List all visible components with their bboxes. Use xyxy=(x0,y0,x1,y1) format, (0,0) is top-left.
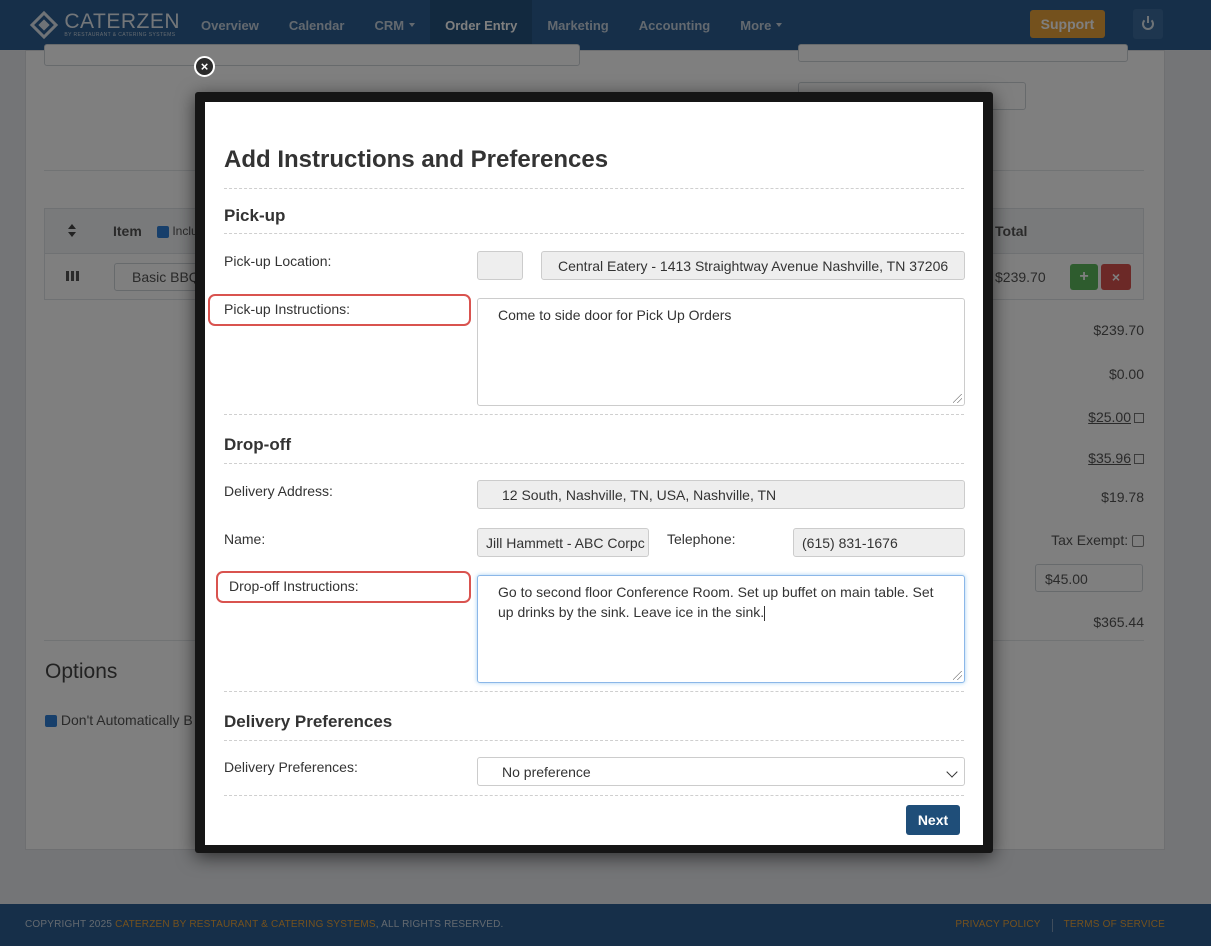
delivery-preferences-select[interactable]: No preference xyxy=(477,757,965,786)
text-cursor xyxy=(764,605,766,621)
divider xyxy=(224,414,964,415)
modal-title: Add Instructions and Preferences xyxy=(224,146,609,173)
divider xyxy=(224,233,964,234)
telephone-label: Telephone: xyxy=(667,531,736,547)
name-label: Name: xyxy=(224,531,266,547)
pickup-instructions-textarea[interactable]: Come to side door for Pick Up Orders xyxy=(477,298,965,406)
pickup-instructions-label: Pick-up Instructions: xyxy=(224,301,351,317)
divider xyxy=(224,740,964,741)
delivery-address-label: Delivery Address: xyxy=(224,483,333,499)
next-button[interactable]: Next xyxy=(906,805,960,835)
delivery-preferences-label: Delivery Preferences: xyxy=(224,759,358,775)
modal-frame: Add Instructions and Preferences Pick-up… xyxy=(195,92,993,853)
close-icon: × xyxy=(200,59,209,74)
close-modal-button[interactable]: × xyxy=(194,56,215,77)
divider xyxy=(224,188,964,189)
name-field[interactable]: Jill Hammett - ABC Corpc xyxy=(477,528,649,557)
pickup-section-title: Pick-up xyxy=(224,206,286,225)
resize-handle-icon[interactable] xyxy=(953,394,962,403)
instructions-modal: Add Instructions and Preferences Pick-up… xyxy=(205,102,983,845)
preferences-section-title: Delivery Preferences xyxy=(224,712,393,731)
divider xyxy=(224,795,964,796)
divider xyxy=(224,463,964,464)
dropoff-section-title: Drop-off xyxy=(224,435,292,454)
divider xyxy=(224,691,964,692)
telephone-field[interactable]: (615) 831-1676 xyxy=(793,528,965,557)
resize-handle-icon[interactable] xyxy=(953,671,962,680)
dropoff-instructions-textarea[interactable]: Go to second floor Conference Room. Set … xyxy=(477,575,965,683)
dropoff-instructions-label: Drop-off Instructions: xyxy=(229,578,359,594)
delivery-address-field[interactable]: 12 South, Nashville, TN, USA, Nashville,… xyxy=(477,480,965,509)
pickup-location-code-field[interactable] xyxy=(477,251,523,280)
pickup-location-field[interactable]: Central Eatery - 1413 Straightway Avenue… xyxy=(541,251,965,280)
pickup-location-label: Pick-up Location: xyxy=(224,253,332,269)
chevron-down-icon xyxy=(946,766,958,778)
